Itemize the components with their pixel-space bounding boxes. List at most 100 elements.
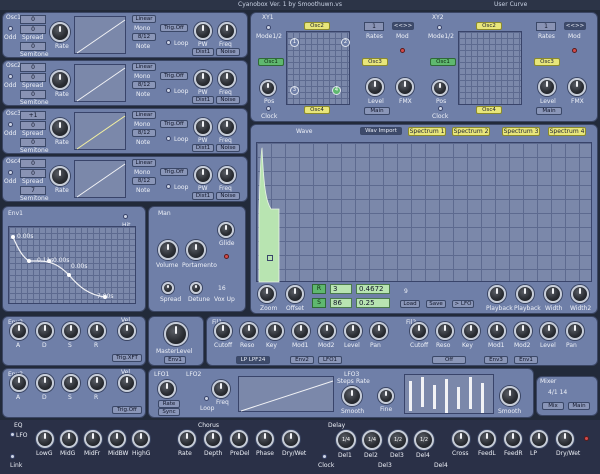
spread-knob[interactable] [162,282,174,294]
xy1-mod-button[interactable]: <<>> [392,22,414,30]
filter1-lfo-button[interactable]: LFO1 [318,356,342,364]
osc2-value-mid[interactable]: 0 [20,73,46,82]
harmonic-index-b[interactable]: 86 [330,298,352,308]
osc1-freq-knob[interactable] [218,22,236,40]
xy2-osc-bottom[interactable]: Osc4 [476,106,502,114]
filter2-type-button[interactable]: Off [432,356,466,364]
delay-cross-knob[interactable] [452,430,470,448]
xy1-osc-left[interactable]: Osc1 [258,58,284,66]
harmonic-key-a[interactable]: R [312,284,326,294]
osc4-odd-led[interactable] [8,170,13,175]
xy2-main-button[interactable]: Main [536,107,562,115]
osc1-shape-button[interactable]: Linear [132,15,156,23]
env2-d-knob[interactable] [36,322,54,340]
xy1-point-1[interactable]: 1 [290,38,299,47]
eq-highg-knob[interactable] [132,430,150,448]
osc2-freq-knob[interactable] [218,70,236,88]
lfo2-freq-knob[interactable] [212,380,230,398]
volume-knob[interactable] [158,240,178,260]
osc2-value-bot[interactable]: 0 [20,90,46,99]
mixer-main-button[interactable]: Main [568,402,590,410]
osc1-dist-button[interactable]: Dist1 [192,48,214,56]
env3-s-knob[interactable] [62,374,80,392]
lfo3-step-display[interactable] [404,374,494,414]
xy2-rate-value[interactable]: 1 [536,22,556,31]
osc1-value-bot[interactable]: 0 [20,42,46,51]
eq-midfr-knob[interactable] [84,430,102,448]
filter2-mod1-knob[interactable] [488,322,506,340]
filter2-mod2-knob[interactable] [514,322,532,340]
osc4-shape-button[interactable]: Linear [132,159,156,167]
user-curve-label[interactable]: User Curve [494,1,527,8]
delay-del4-knob[interactable]: 1/2 [414,430,434,450]
delay-dry-wet-knob[interactable] [556,430,574,448]
spectrum-marker[interactable] [267,255,273,261]
osc1-rate-knob[interactable] [50,22,70,42]
osc2-shape-display[interactable] [74,64,126,102]
osc2-pw-knob[interactable] [194,70,212,88]
osc2-noise-button[interactable]: Noise [216,96,240,104]
xy1-point-3[interactable]: 3 [290,86,299,95]
lfo1-rate-button[interactable]: Rate [158,400,180,408]
osc2-scale-button[interactable]: 8/12 [132,81,156,89]
osc2-loop-led[interactable] [166,88,171,93]
spectrum-tab-1[interactable]: Spectrum 1 [408,127,446,136]
xy1-level-knob[interactable] [366,78,384,96]
env3-a-knob[interactable] [10,374,28,392]
mixer-mix-button[interactable]: Mix [542,402,564,410]
eq-midbw-knob[interactable] [108,430,126,448]
osc4-value-top[interactable]: 0 [20,159,46,168]
filter1-mod2-knob[interactable] [318,322,336,340]
osc2-odd-led[interactable] [8,74,13,79]
env2-a-knob[interactable] [10,322,28,340]
spectrum-tab-4[interactable]: Spectrum 4 [548,127,586,136]
xy1-point-4[interactable]: 4 [332,86,341,95]
delay-feedl-knob[interactable] [478,430,496,448]
osc3-value-top[interactable]: +1 [20,111,46,120]
filter1-mod1-knob[interactable] [292,322,310,340]
osc3-dist-button[interactable]: Dist1 [192,144,214,152]
filter2-key-knob[interactable] [462,322,480,340]
osc2-value-top[interactable]: 0 [20,63,46,72]
osc4-freq-knob[interactable] [218,166,236,184]
chorus-depth-knob[interactable] [204,430,222,448]
lfo3-fine-knob[interactable] [378,388,394,404]
lfo1-rate-knob[interactable] [158,380,176,398]
osc4-dist-button[interactable]: Dist1 [192,192,214,200]
filter2-cutoff-knob[interactable] [410,322,428,340]
filter2-level-knob[interactable] [540,322,558,340]
filter2-reso-knob[interactable] [436,322,454,340]
save-button[interactable]: Save [426,300,446,308]
osc3-freq-knob[interactable] [218,118,236,136]
xy2-mode-led[interactable] [437,25,442,30]
filter1-cutoff-knob[interactable] [214,322,232,340]
filter1-level-knob[interactable] [344,322,362,340]
spectrum-tab-3[interactable]: Spectrum 3 [502,127,540,136]
osc3-shape-display[interactable] [74,112,126,150]
filter1-type-button[interactable]: LP LPF24 [236,356,270,364]
width-knob[interactable] [544,285,562,303]
osc4-loop-led[interactable] [166,184,171,189]
spectrum-display[interactable] [256,142,592,283]
xy1-osc-top[interactable]: Osc2 [304,22,330,30]
osc3-shape-button[interactable]: Linear [132,111,156,119]
xy2-osc-top[interactable]: Osc2 [476,22,502,30]
osc4-value-mid[interactable]: 0 [20,169,46,178]
harmonic-key-b[interactable]: S [312,298,326,308]
osc1-pw-knob[interactable] [194,22,212,40]
load-button[interactable]: Load [400,300,420,308]
osc3-odd-led[interactable] [8,122,13,127]
portamento-knob[interactable] [186,240,206,260]
xy2-osc-right[interactable]: Osc3 [534,58,560,66]
to-lfo-button[interactable]: > LFO [452,300,474,308]
harmonic-index-a[interactable]: 3 [330,284,352,294]
osc3-rate-knob[interactable] [50,118,70,138]
osc2-dist-button[interactable]: Dist1 [192,96,214,104]
lfo2-wave-display[interactable] [238,376,334,412]
osc1-noise-button[interactable]: Noise [216,48,240,56]
env1-editor[interactable]: 0.00s 0.11s 0.00s 0.00s 7.00s [8,226,136,304]
filter2-env1-button[interactable]: Env1 [514,356,538,364]
xy1-rate-value[interactable]: 1 [364,22,384,31]
glide-knob[interactable] [218,222,234,238]
xy1-mode-led[interactable] [266,25,271,30]
